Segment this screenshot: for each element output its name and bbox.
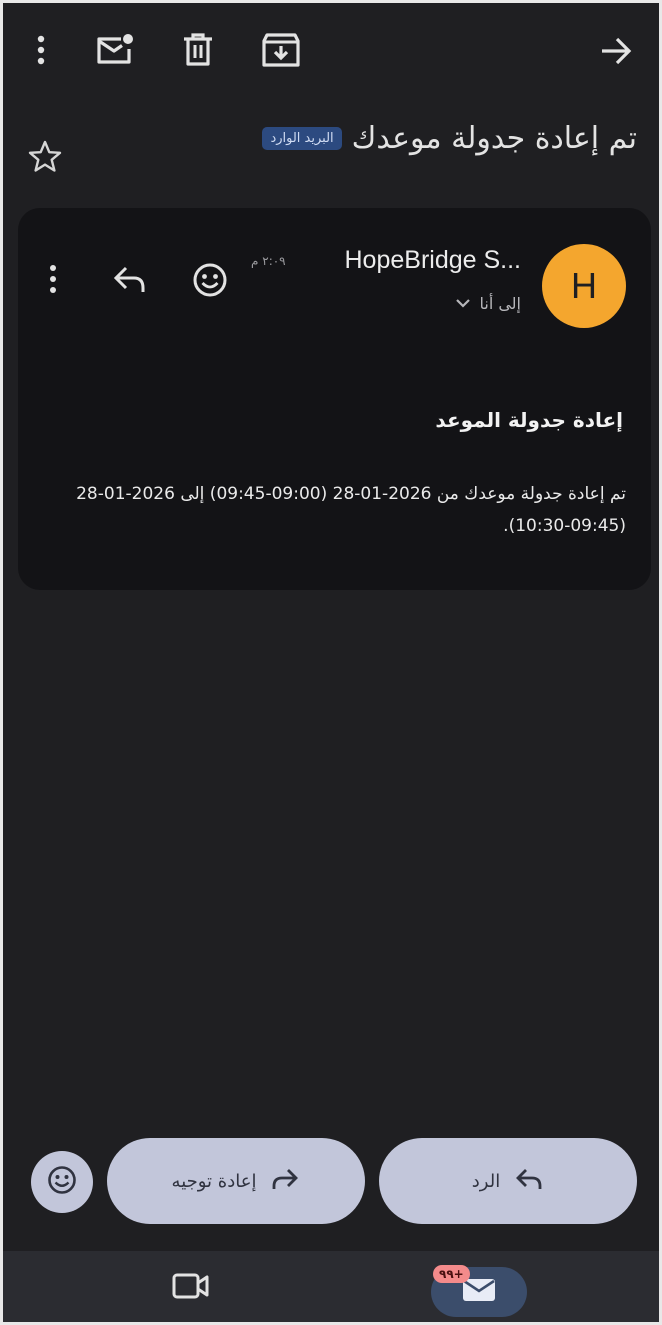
- message-card: H HopeBridge S... ٢:٠٩ م إلى أنا إعادة ج…: [18, 208, 651, 590]
- emoji-react-button[interactable]: [31, 1151, 93, 1213]
- reply-icon[interactable]: [112, 264, 148, 294]
- subject-row: تم إعادة جدولة موعدك البريد الوارد: [262, 121, 637, 156]
- chevron-down-icon: [455, 294, 471, 313]
- reply-icon: [514, 1166, 544, 1196]
- more-vert-icon[interactable]: [45, 262, 61, 296]
- message-time: ٢:٠٩ م: [251, 254, 286, 268]
- reply-button-label: الرد: [471, 1170, 501, 1192]
- mark-unread-icon[interactable]: [95, 31, 135, 67]
- inbox-label-chip[interactable]: البريد الوارد: [262, 127, 342, 150]
- emoji-icon[interactable]: [192, 262, 228, 298]
- forward-icon: [270, 1166, 300, 1196]
- reply-button[interactable]: الرد: [379, 1138, 637, 1224]
- body-title: إعادة جدولة الموعد: [435, 408, 623, 432]
- forward-button[interactable]: إعادة توجيه: [107, 1138, 365, 1224]
- forward-button-label: إعادة توجيه: [171, 1170, 257, 1192]
- avatar[interactable]: H: [542, 244, 626, 328]
- email-screen: تم إعادة جدولة موعدك البريد الوارد H Hop…: [3, 3, 659, 1322]
- more-vert-icon[interactable]: [29, 33, 53, 67]
- bottom-navigation: +٩٩: [3, 1251, 659, 1322]
- body-text: تم إعادة جدولة موعدك من 2026-01-28 (09:0…: [76, 484, 626, 536]
- star-icon[interactable]: [27, 139, 63, 175]
- emoji-icon: [47, 1165, 77, 1199]
- recipient-label: إلى أنا: [479, 294, 521, 313]
- mail-icon: [461, 1277, 497, 1307]
- delete-icon[interactable]: [181, 31, 215, 69]
- recipient-toggle[interactable]: إلى أنا: [455, 294, 521, 313]
- archive-icon[interactable]: [261, 31, 301, 69]
- video-icon[interactable]: [171, 1271, 211, 1301]
- mail-count-badge: +٩٩: [433, 1265, 470, 1283]
- arrow-forward-icon[interactable]: [599, 35, 633, 67]
- sender-name[interactable]: HopeBridge S...: [345, 246, 522, 275]
- subject-title: تم إعادة جدولة موعدك: [351, 121, 637, 156]
- top-toolbar: [3, 3, 659, 99]
